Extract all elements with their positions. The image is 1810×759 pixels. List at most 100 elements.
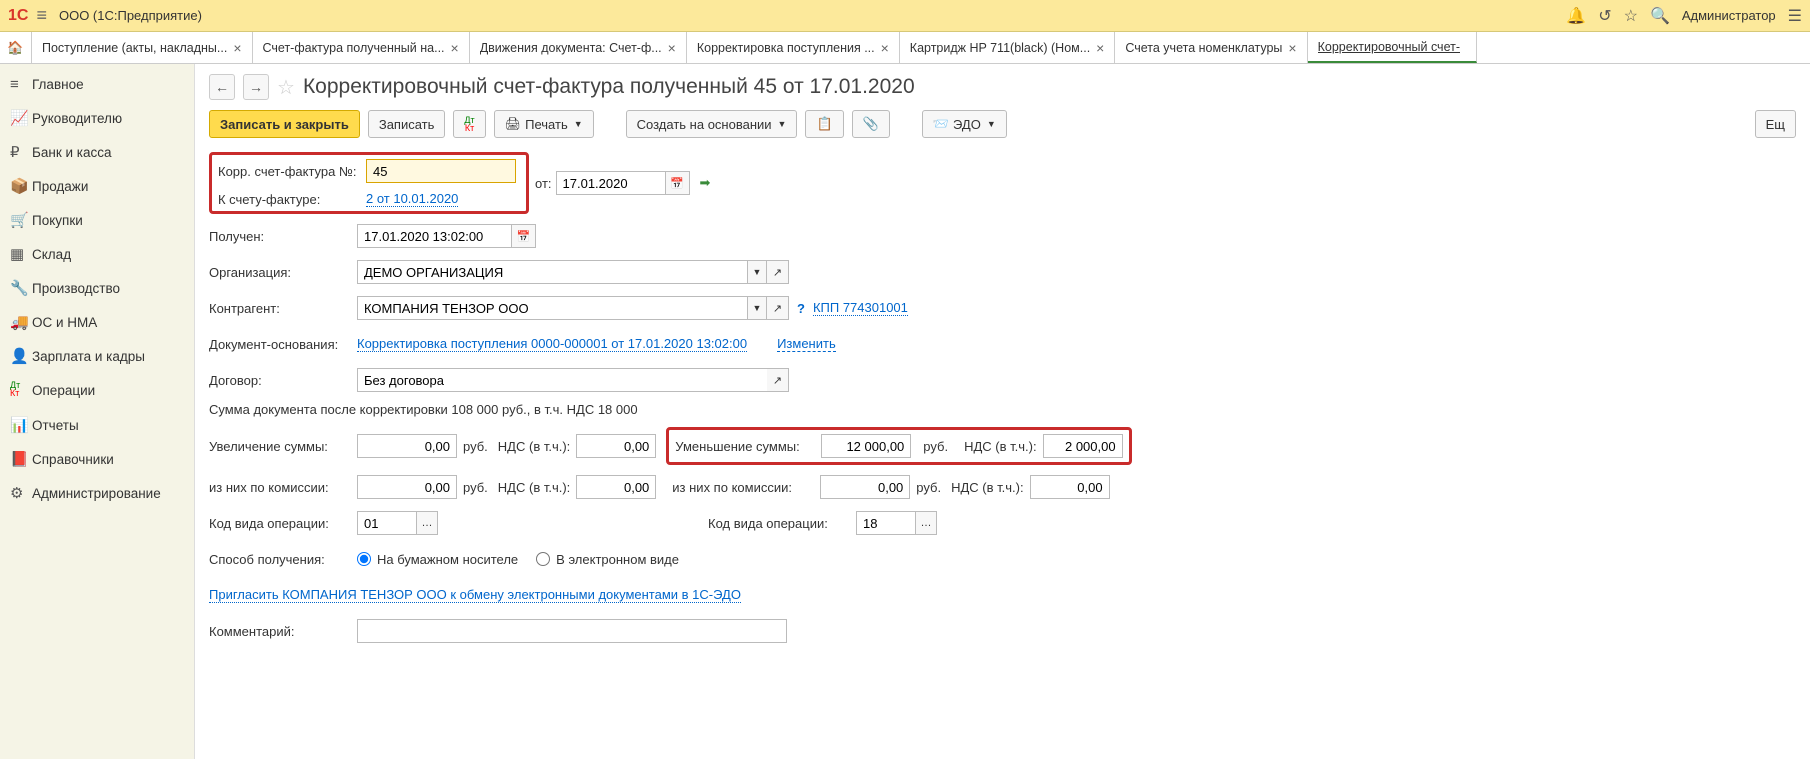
cart-icon: 🛒: [10, 211, 32, 229]
menu-icon[interactable]: ≡: [36, 5, 47, 26]
sidebar-item-assets[interactable]: 🚚ОС и НМА: [0, 305, 194, 339]
tab-3[interactable]: Корректировка поступления ...×: [687, 32, 900, 63]
basis-link[interactable]: Корректировка поступления 0000-000001 от…: [357, 336, 747, 352]
sidebar-item-purchases[interactable]: 🛒Покупки: [0, 203, 194, 237]
paperclip-icon: 📎: [863, 116, 879, 132]
open-button[interactable]: ↗: [767, 260, 789, 284]
wrench-icon: 🔧: [10, 279, 32, 297]
sidebar-item-main[interactable]: ≡Главное: [0, 68, 194, 101]
edo-button[interactable]: 📨ЭДО▼: [922, 110, 1007, 138]
sidebar-item-manager[interactable]: 📈Руководителю: [0, 101, 194, 135]
sidebar-item-operations[interactable]: ДтКтОперации: [0, 373, 194, 408]
inc-vat-input[interactable]: [576, 434, 656, 458]
calendar-button[interactable]: 📅: [512, 224, 536, 248]
search-icon[interactable]: 🔍: [1650, 6, 1670, 26]
org-input[interactable]: [357, 260, 747, 284]
corr-num-input[interactable]: [366, 159, 516, 183]
forward-button[interactable]: →: [243, 74, 269, 100]
comm-label: из них по комиссии:: [209, 480, 357, 495]
history-icon[interactable]: ↺: [1598, 6, 1611, 26]
opcode2-select[interactable]: …: [915, 511, 937, 535]
create-based-label: Создать на основании: [637, 117, 772, 132]
opcode-label: Код вида операции:: [209, 516, 357, 531]
basis-change-link[interactable]: Изменить: [777, 336, 836, 352]
back-button[interactable]: ←: [209, 74, 235, 100]
tab-0[interactable]: Поступление (акты, накладны...×: [32, 32, 253, 63]
open-button[interactable]: ↗: [767, 368, 789, 392]
tab-2[interactable]: Движения документа: Счет-ф...×: [470, 32, 687, 63]
radio-input[interactable]: [357, 552, 371, 566]
more-button[interactable]: Ещ: [1755, 110, 1796, 138]
tab-5[interactable]: Счета учета номенклатуры ×: [1115, 32, 1307, 63]
method-electronic-radio[interactable]: В электронном виде: [536, 552, 679, 567]
received-input[interactable]: [357, 224, 512, 248]
home-tab[interactable]: 🏠: [0, 32, 32, 63]
tab-6[interactable]: Корректировочный счет-: [1308, 32, 1477, 63]
sidebar-item-sales[interactable]: 📦Продажи: [0, 169, 194, 203]
sidebar-item-warehouse[interactable]: ▦Склад: [0, 237, 194, 271]
comment-input[interactable]: [357, 619, 787, 643]
sidebar-item-production[interactable]: 🔧Производство: [0, 271, 194, 305]
opcode2-input[interactable]: [856, 511, 916, 535]
open-button[interactable]: ↗: [767, 296, 789, 320]
close-icon[interactable]: ×: [233, 40, 241, 56]
comment-label: Комментарий:: [209, 624, 357, 639]
star-icon[interactable]: ☆: [1624, 6, 1638, 26]
sidebar-item-hr[interactable]: 👤Зарплата и кадры: [0, 339, 194, 373]
kpp-link[interactable]: КПП 774301001: [813, 300, 908, 316]
settings-lines-icon[interactable]: ☰: [1788, 6, 1802, 26]
contract-input[interactable]: [357, 368, 767, 392]
sidebar-item-reports[interactable]: 📊Отчеты: [0, 408, 194, 442]
invite-edo-link[interactable]: Пригласить КОМПАНИЯ ТЕНЗОР ООО к обмену …: [209, 587, 741, 603]
close-icon[interactable]: ×: [1288, 40, 1296, 56]
radio-input[interactable]: [536, 552, 550, 566]
comm-dec-amount-input[interactable]: [820, 475, 910, 499]
dropdown-button[interactable]: ▼: [747, 296, 767, 320]
cpty-label: Контрагент:: [209, 301, 357, 316]
save-button[interactable]: Записать: [368, 110, 446, 138]
favorite-icon[interactable]: ☆: [277, 75, 295, 100]
close-icon[interactable]: ×: [1096, 40, 1104, 56]
close-icon[interactable]: ×: [668, 40, 676, 56]
sidebar-label: ОС и НМА: [32, 315, 97, 330]
comm-inc-amount-input[interactable]: [357, 475, 457, 499]
dropdown-button[interactable]: ▼: [747, 260, 767, 284]
opcode1-select[interactable]: …: [416, 511, 438, 535]
dec-vat-input[interactable]: [1043, 434, 1123, 458]
bell-icon[interactable]: 🔔: [1566, 6, 1586, 26]
calendar-button[interactable]: 📅: [666, 171, 690, 195]
comm-label-2: из них по комиссии:: [672, 480, 820, 495]
user-label[interactable]: Администратор: [1682, 8, 1776, 23]
sidebar-item-bank[interactable]: ₽Банк и касса: [0, 135, 194, 169]
close-icon[interactable]: ×: [451, 40, 459, 56]
tab-label: Корректировочный счет-: [1318, 40, 1460, 54]
copy-button[interactable]: 📋: [805, 110, 843, 138]
inc-amount-input[interactable]: [357, 434, 457, 458]
tab-label: Счета учета номенклатуры: [1125, 41, 1282, 55]
create-based-button[interactable]: Создать на основании▼: [626, 110, 798, 138]
comm-inc-vat-input[interactable]: [576, 475, 656, 499]
tab-1[interactable]: Счет-фактура полученный на...×: [253, 32, 470, 63]
attach-button[interactable]: 📎: [852, 110, 890, 138]
sidebar-label: Банк и касса: [32, 145, 112, 160]
comm-dec-vat-input[interactable]: [1030, 475, 1110, 499]
close-icon[interactable]: ×: [881, 40, 889, 56]
corr-date-input[interactable]: [556, 171, 666, 195]
to-invoice-link[interactable]: 2 от 10.01.2020: [366, 191, 458, 207]
opcode1-input[interactable]: [357, 511, 417, 535]
post-icon[interactable]: ➡: [700, 175, 711, 191]
sidebar-item-admin[interactable]: ⚙Администрирование: [0, 476, 194, 510]
cpty-input[interactable]: [357, 296, 747, 320]
tab-4[interactable]: Картридж HP 711(black) (Ном...×: [900, 32, 1116, 63]
method-paper-radio[interactable]: На бумажном носителе: [357, 552, 518, 567]
print-button[interactable]: 🖨Печать▼: [494, 110, 594, 138]
dtkt-button[interactable]: ДтКт: [453, 110, 485, 138]
sidebar-label: Администрирование: [32, 486, 161, 501]
sidebar-item-refs[interactable]: 📕Справочники: [0, 442, 194, 476]
bars-icon: 📊: [10, 416, 32, 434]
help-icon[interactable]: ?: [797, 301, 805, 316]
sidebar-label: Руководителю: [32, 111, 122, 126]
save-close-button[interactable]: Записать и закрыть: [209, 110, 360, 138]
chevron-down-icon: ▼: [987, 119, 996, 129]
dec-amount-input[interactable]: [821, 434, 911, 458]
